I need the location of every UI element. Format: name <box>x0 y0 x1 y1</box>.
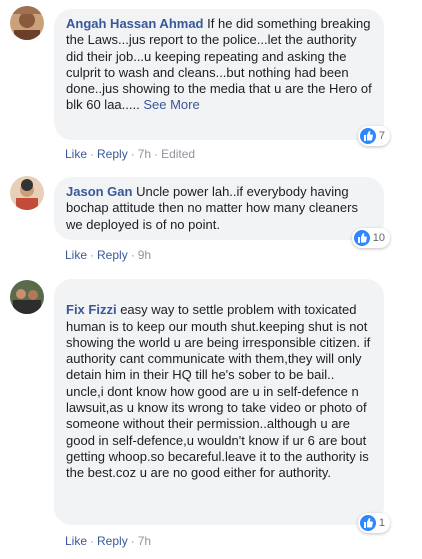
comment-text: easy way to settle problem with toxicate… <box>66 302 371 481</box>
avatar[interactable] <box>10 280 44 314</box>
like-thumb-icon <box>359 128 376 144</box>
comment-actions: Like · Reply · 7h · Edited <box>65 147 196 161</box>
reaction-count[interactable]: 1 <box>357 513 390 533</box>
comment-author[interactable]: Fix Fizzi <box>66 302 117 317</box>
like-link[interactable]: Like <box>65 147 87 161</box>
comment-author[interactable]: Jason Gan <box>66 184 132 199</box>
comment-actions: Like · Reply · 9h <box>65 248 152 262</box>
reaction-count-number: 1 <box>378 516 385 529</box>
timestamp[interactable]: 7h <box>138 534 151 548</box>
reply-link[interactable]: Reply <box>97 147 128 161</box>
comment-actions: Like · Reply · 7h <box>65 534 152 548</box>
edited-label[interactable]: Edited <box>161 147 195 161</box>
reaction-count-number: 7 <box>378 129 385 142</box>
see-more-link[interactable]: See More <box>143 97 199 112</box>
avatar[interactable] <box>10 6 44 40</box>
like-link[interactable]: Like <box>65 248 87 262</box>
reaction-count-number: 10 <box>372 231 385 244</box>
like-link[interactable]: Like <box>65 534 87 548</box>
avatar[interactable] <box>10 176 44 210</box>
reply-link[interactable]: Reply <box>97 248 128 262</box>
timestamp[interactable]: 7h <box>138 147 151 161</box>
reaction-count[interactable]: 7 <box>357 126 390 146</box>
reply-link[interactable]: Reply <box>97 534 128 548</box>
comment-bubble: Angah Hassan Ahmad If he did something b… <box>54 9 390 146</box>
comment-author[interactable]: Angah Hassan Ahmad <box>66 16 204 31</box>
timestamp[interactable]: 9h <box>138 248 151 262</box>
comment-bubble: Fix Fizzi easy way to settle problem wit… <box>54 279 390 533</box>
reaction-count[interactable]: 10 <box>351 228 390 248</box>
comment-bubble: Jason Gan Uncle power lah..if everybody … <box>54 177 390 248</box>
like-thumb-icon <box>359 515 376 531</box>
like-thumb-icon <box>353 230 370 246</box>
